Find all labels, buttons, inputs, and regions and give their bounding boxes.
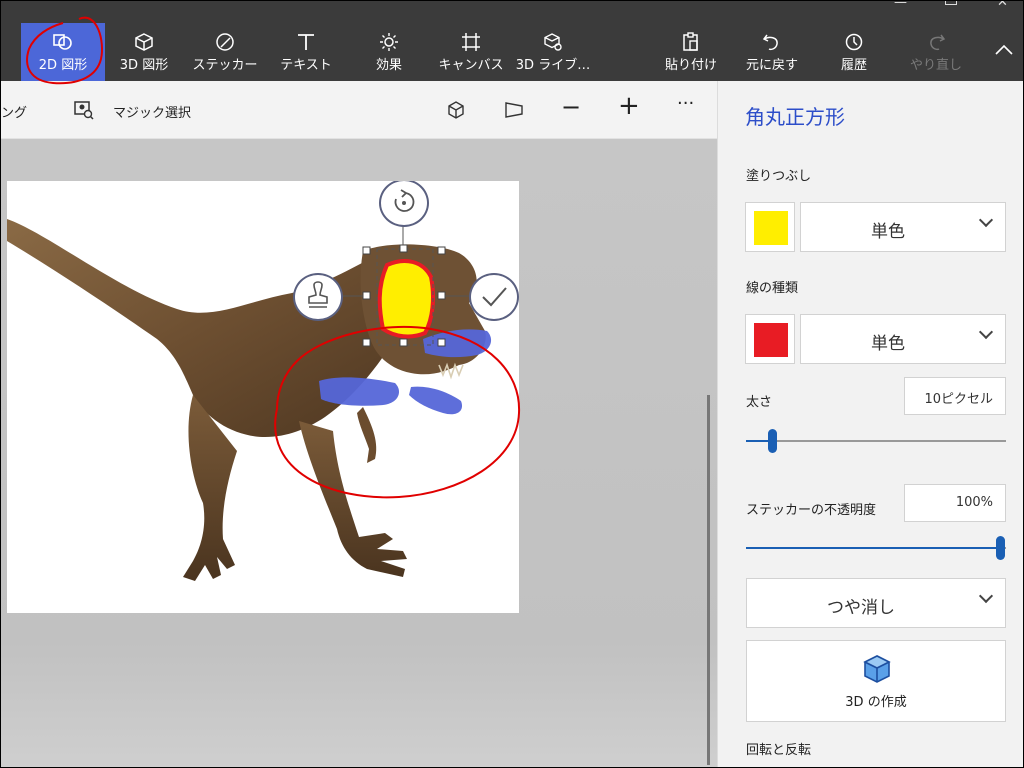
- opacity-slider[interactable]: [746, 536, 1006, 560]
- redo-button[interactable]: やり直し: [903, 23, 969, 81]
- line-color-swatch: [754, 323, 788, 357]
- chevron-down-icon: [978, 588, 994, 604]
- fill-color-button[interactable]: [745, 202, 795, 252]
- line-type-dropdown[interactable]: 単色: [800, 314, 1006, 364]
- opacity-slider-thumb[interactable]: [996, 536, 1005, 560]
- sticker-opacity-label: ステッカーの不透明度: [746, 503, 877, 518]
- thickness-slider[interactable]: [746, 429, 1006, 453]
- undo-button[interactable]: 元に戻す: [739, 23, 805, 81]
- tab-label: 履歴: [840, 58, 867, 73]
- chevron-down-icon: [978, 212, 994, 228]
- finish-value: つや消し: [827, 598, 895, 618]
- panel-title: 角丸正方形: [745, 105, 845, 129]
- history-button[interactable]: 履歴: [821, 23, 887, 81]
- line-type-label: 線の種類: [746, 281, 799, 296]
- cube-icon: [863, 655, 891, 683]
- fill-type-value: 単色: [871, 222, 905, 242]
- maximize-icon[interactable]: [945, 1, 957, 5]
- opacity-slider-fill: [746, 547, 1002, 549]
- redo-icon: [930, 34, 946, 51]
- thickness-slider-thumb[interactable]: [768, 429, 777, 453]
- opacity-input[interactable]: 100%: [904, 484, 1006, 522]
- tab-label: やり直し: [909, 58, 962, 73]
- tab-label: 元に戻す: [745, 58, 798, 73]
- minimize-icon[interactable]: —: [894, 1, 907, 13]
- fill-type-dropdown[interactable]: 単色: [800, 202, 1006, 252]
- properties-panel: 角丸正方形 塗りつぶし 単色 線の種類 単色 太さ 10ピクセル ステッカーの不…: [717, 81, 1023, 767]
- history-icon: [845, 33, 863, 51]
- finish-dropdown[interactable]: つや消し: [746, 578, 1006, 628]
- annotation-overlay: [26, 16, 521, 499]
- make-3d-label: 3D の作成: [845, 695, 907, 710]
- make-3d-button[interactable]: 3D の作成: [746, 640, 1006, 722]
- thickness-label: 太さ: [746, 395, 773, 410]
- thickness-input[interactable]: 10ピクセル: [904, 377, 1006, 415]
- fill-color-swatch: [754, 211, 788, 245]
- collapse-ribbon-icon[interactable]: [993, 43, 1015, 57]
- line-type-value: 単色: [871, 334, 905, 354]
- line-color-button[interactable]: [745, 314, 795, 364]
- app-window: — ✕ 2D 図形 3D 図形 ステッカー テキスト 効果 キャンバス 3D ラ…: [0, 0, 1024, 768]
- chevron-down-icon: [978, 324, 994, 340]
- rotate-flip-label: 回転と反転: [746, 743, 812, 758]
- close-window-icon[interactable]: ✕: [997, 1, 1008, 13]
- undo-icon: [762, 34, 778, 51]
- fill-label: 塗りつぶし: [746, 169, 812, 184]
